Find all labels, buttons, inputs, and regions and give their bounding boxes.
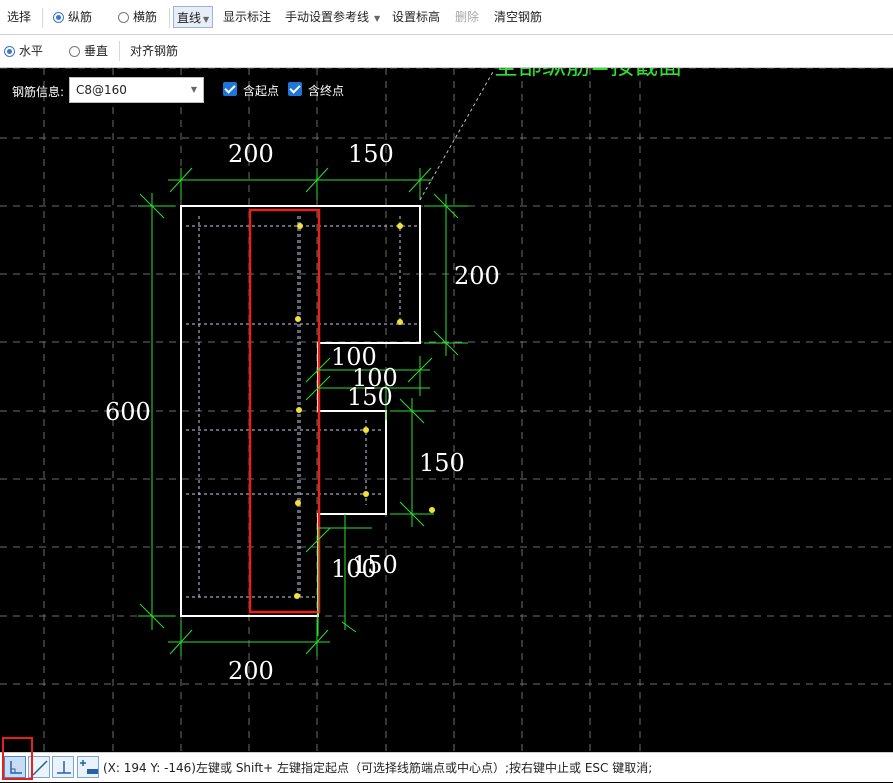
- start-point-label: 含起点: [243, 84, 280, 98]
- dim-right-upper[interactable]: 200: [454, 262, 500, 290]
- dim-top-left[interactable]: 200: [228, 140, 274, 168]
- chevron-down-icon: ▼: [190, 85, 197, 94]
- manual-ref-dropdown[interactable]: 手动设置参考线 ▼: [285, 0, 380, 36]
- status-bar: (X: 194 Y: -146)左键或 Shift+ 左键指定起点（可选择线筋端…: [0, 752, 893, 782]
- line-mode-label: 直线: [177, 11, 202, 25]
- longitudinal-label: 纵筋: [68, 10, 93, 24]
- chevron-down-icon: ▼: [374, 14, 381, 23]
- clear-rebar-button[interactable]: 清空钢筋: [494, 0, 542, 35]
- align-rebar-button[interactable]: 对齐钢筋: [130, 35, 178, 68]
- stirrup-label: 横筋: [133, 10, 158, 24]
- rebar-point[interactable]: [397, 319, 403, 325]
- selection-highlight-box: [2, 737, 33, 780]
- rebar-point[interactable]: [296, 407, 302, 413]
- rebar-point[interactable]: [363, 491, 369, 497]
- dimension-lines: [138, 167, 468, 656]
- rebar-point[interactable]: [363, 427, 369, 433]
- main-toolbar: 选择 纵筋 横筋 直线 ▼ 显示标注 手动设置参考线 ▼ 设置标高 删除 清空钢筋: [0, 0, 893, 35]
- dim-step-c[interactable]: 150: [347, 383, 393, 411]
- start-point-checkbox[interactable]: [223, 82, 237, 96]
- horizontal-radio[interactable]: 水平: [4, 35, 43, 68]
- set-elevation-button[interactable]: 设置标高: [392, 0, 440, 35]
- dim-top-right[interactable]: 150: [348, 140, 394, 168]
- rebar-info-value: C8@160: [76, 83, 127, 97]
- select-button[interactable]: 选择: [7, 0, 31, 35]
- toolbar-divider: [119, 41, 120, 61]
- delete-button[interactable]: 删除: [455, 0, 479, 35]
- rebar-info-select[interactable]: C8@160 ▼: [69, 77, 204, 103]
- vertical-radio[interactable]: 垂直: [69, 35, 108, 68]
- toolbar-divider: [42, 8, 43, 28]
- radio-on-icon: [53, 12, 64, 23]
- vertical-label: 垂直: [84, 44, 109, 58]
- rebar-point[interactable]: [429, 507, 435, 513]
- toolbar-divider: [169, 8, 170, 28]
- dim-bottom-step-b[interactable]: 150: [352, 551, 398, 579]
- horizontal-label: 水平: [19, 44, 44, 58]
- rebar-point[interactable]: [397, 223, 403, 229]
- secondary-toolbar: 水平 垂直 对齐钢筋: [0, 35, 893, 68]
- end-point-label: 含终点: [308, 84, 345, 98]
- radio-on-icon: [4, 46, 15, 57]
- dim-bottom[interactable]: 200: [228, 657, 274, 685]
- add-offset-icon: [80, 760, 98, 774]
- show-dims-button[interactable]: 显示标注: [223, 0, 271, 35]
- stirrup-radio[interactable]: 横筋: [118, 0, 157, 35]
- longitudinal-radio[interactable]: 纵筋: [53, 0, 92, 35]
- rebar-point[interactable]: [295, 500, 301, 506]
- dim-right-mid[interactable]: 150: [419, 449, 465, 477]
- rebar-point[interactable]: [297, 223, 303, 229]
- top-note[interactable]: 全部纵筋=按截面: [494, 68, 682, 80]
- manual-ref-label: 手动设置参考线: [285, 10, 370, 24]
- drawing-canvas[interactable]: 全部纵筋=按截面 200 150 200 100 100 150 150 600…: [0, 68, 893, 752]
- perpendicular-icon: [57, 761, 71, 774]
- line-mode-dropdown[interactable]: 直线 ▼: [173, 6, 214, 28]
- status-message: (X: 194 Y: -146)左键或 Shift+ 左键指定起点（可选择线筋端…: [103, 753, 652, 783]
- status-hint: 左键或 Shift+ 左键指定起点（可选择线筋端点或中心点）;按右键中止或 ES…: [196, 761, 653, 775]
- rebar-info-bar: 钢筋信息: C8@160 ▼ 含起点 含终点: [0, 75, 380, 105]
- rebar-info-label: 钢筋信息:: [12, 85, 65, 99]
- chevron-down-icon: ▼: [203, 15, 210, 24]
- end-point-checkbox[interactable]: [288, 82, 302, 96]
- radio-off-icon: [69, 46, 80, 57]
- radio-off-icon: [118, 12, 129, 23]
- perpendicular-mode-button[interactable]: [52, 756, 74, 778]
- cursor-coords: (X: 194 Y: -146): [103, 761, 196, 775]
- dim-left-height[interactable]: 600: [105, 398, 151, 426]
- rebar-point[interactable]: [295, 316, 301, 322]
- rebar-point[interactable]: [294, 593, 300, 599]
- offset-mode-button[interactable]: [77, 756, 99, 778]
